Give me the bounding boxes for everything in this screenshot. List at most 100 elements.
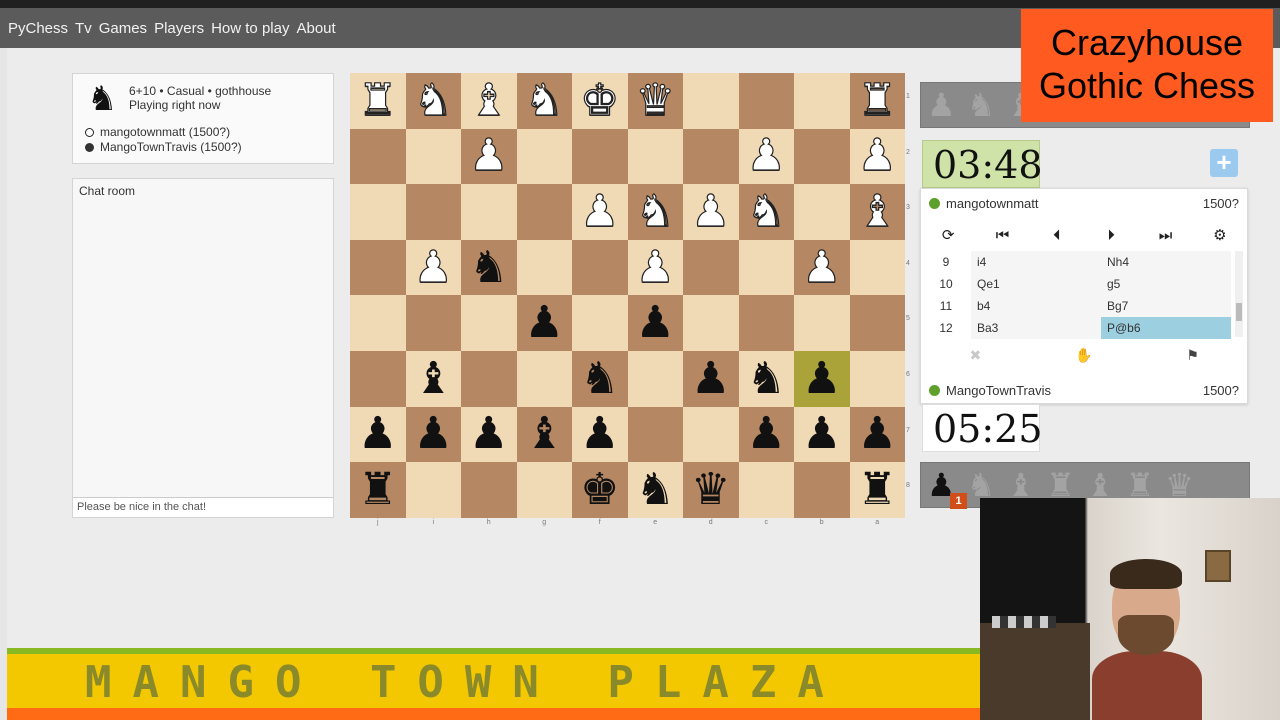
board-square[interactable]: ♞ (516, 73, 572, 129)
board-square[interactable] (683, 239, 739, 296)
board-square[interactable] (461, 295, 517, 351)
first-move-icon[interactable]: ⏮ (975, 226, 1029, 244)
settings-gear-icon[interactable]: ⚙ (1193, 226, 1247, 244)
board-square[interactable]: ♟ (738, 128, 794, 185)
black-pawn-piece[interactable]: ♟ (802, 412, 841, 456)
board-square[interactable]: ♞ (738, 184, 794, 240)
board-square[interactable] (516, 128, 572, 185)
board-square[interactable] (627, 406, 683, 463)
board-square[interactable] (461, 350, 517, 407)
white-pawn-piece[interactable]: ♟ (413, 244, 454, 289)
board-square[interactable] (849, 295, 905, 351)
white-knight-piece[interactable]: ♞ (413, 78, 454, 123)
board-square[interactable]: ♟ (405, 406, 461, 463)
board-square[interactable] (572, 239, 628, 296)
pocket-piece-slot[interactable]: ♜ (1046, 469, 1075, 501)
board-square[interactable] (627, 128, 683, 185)
white-move[interactable]: Qe1 (971, 273, 1101, 295)
board-square[interactable] (405, 295, 461, 351)
offer-draw-hand-icon[interactable]: ✋ (1030, 348, 1139, 364)
black-move[interactable]: Nh4 (1101, 251, 1231, 273)
board-square[interactable] (738, 295, 794, 351)
white-knight-piece[interactable]: ♞ (635, 189, 676, 234)
board-square[interactable]: ♟ (350, 406, 406, 463)
board-square[interactable]: ♟ (683, 184, 739, 240)
board-square[interactable] (572, 128, 628, 185)
black-pawn-piece[interactable]: ♟ (691, 356, 730, 401)
white-knight-piece[interactable]: ♞ (746, 189, 787, 234)
white-move[interactable]: Ba3 (971, 317, 1101, 339)
nav-about[interactable]: About (296, 20, 335, 37)
black-king-piece[interactable]: ♚ (580, 467, 619, 512)
board-square[interactable]: ♜ (849, 462, 905, 518)
board-square[interactable] (405, 462, 461, 518)
board-square[interactable] (794, 184, 850, 240)
black-move[interactable]: P@b6 (1101, 317, 1231, 339)
board-square[interactable] (350, 239, 406, 296)
board-square[interactable] (350, 295, 406, 351)
board-square[interactable]: ♟ (794, 350, 850, 407)
next-move-icon[interactable]: ⏵ (1084, 226, 1138, 244)
board-square[interactable]: ♟ (461, 128, 517, 185)
board-square[interactable] (683, 73, 739, 129)
board-square[interactable] (350, 128, 406, 185)
board-square[interactable] (794, 295, 850, 351)
white-pawn-piece[interactable]: ♟ (468, 133, 509, 178)
flip-board-icon[interactable]: ⟳ (921, 226, 975, 244)
board-square[interactable]: ♟ (627, 295, 683, 351)
pocket-piece-slot[interactable]: ♝ (1086, 469, 1115, 501)
black-pawn-piece[interactable]: ♟ (358, 412, 397, 456)
white-pawn-piece[interactable]: ♟ (746, 133, 787, 178)
pocket-piece-slot[interactable]: ♛ (1165, 469, 1194, 501)
black-queen-piece[interactable]: ♛ (691, 467, 730, 512)
white-pawn-piece[interactable]: ♟ (690, 189, 731, 234)
board-square[interactable] (350, 184, 406, 240)
board-square[interactable] (516, 184, 572, 240)
white-pawn-piece[interactable]: ♟ (579, 189, 620, 234)
scrollbar-thumb[interactable] (1236, 303, 1242, 321)
black-pawn-piece[interactable]: ♟ (802, 356, 841, 401)
white-knight-piece[interactable]: ♞ (524, 78, 565, 123)
black-player-entry[interactable]: MangoTownTravis (1500?) (85, 140, 242, 154)
board-square[interactable] (738, 73, 794, 129)
board-square[interactable] (627, 350, 683, 407)
white-king-piece[interactable]: ♚ (579, 78, 620, 123)
board-square[interactable]: ♝ (405, 350, 461, 407)
board-square[interactable] (794, 128, 850, 185)
white-move[interactable]: i4 (971, 251, 1101, 273)
white-queen-piece[interactable]: ♛ (635, 78, 676, 123)
board-square[interactable]: ♝ (461, 73, 517, 129)
board-square[interactable]: ♟ (683, 350, 739, 407)
board-square[interactable]: ♚ (572, 462, 628, 518)
black-knight-piece[interactable]: ♞ (636, 467, 675, 512)
black-pawn-piece[interactable]: ♟ (580, 412, 619, 456)
pocket-piece-slot[interactable]: ♞ (967, 469, 996, 501)
board-square[interactable]: ♜ (350, 73, 406, 129)
black-pawn-piece[interactable]: ♟ (469, 412, 508, 456)
board-square[interactable] (738, 462, 794, 518)
nav-tv[interactable]: Tv (75, 20, 92, 37)
board-square[interactable] (461, 462, 517, 518)
board-square[interactable]: ♝ (849, 184, 905, 240)
black-knight-piece[interactable]: ♞ (580, 356, 619, 401)
board-square[interactable]: ♟ (461, 406, 517, 463)
black-bishop-piece[interactable]: ♝ (525, 412, 564, 456)
player-name[interactable]: MangoTownTravis (946, 383, 1051, 398)
board-square[interactable]: ♟ (794, 239, 850, 296)
board-square[interactable]: ♞ (572, 350, 628, 407)
board-square[interactable] (849, 350, 905, 407)
board-square[interactable] (405, 128, 461, 185)
board-square[interactable]: ♟ (627, 239, 683, 296)
black-move[interactable]: g5 (1101, 273, 1231, 295)
board-square[interactable]: ♟ (849, 406, 905, 463)
board-square[interactable]: ♞ (738, 350, 794, 407)
board-square[interactable]: ♟ (572, 406, 628, 463)
white-pawn-piece[interactable]: ♟ (635, 244, 676, 289)
black-pawn-piece[interactable]: ♟ (636, 301, 675, 345)
board-square[interactable]: ♟ (849, 128, 905, 185)
board-square[interactable]: ♞ (461, 239, 517, 296)
white-player-entry[interactable]: mangotownmatt (1500?) (85, 125, 230, 139)
pocket-piece-slot[interactable]: ♜ (1125, 469, 1154, 501)
abort-icon[interactable]: ✖ (921, 348, 1030, 364)
opponent-name[interactable]: mangotownmatt (946, 196, 1039, 211)
